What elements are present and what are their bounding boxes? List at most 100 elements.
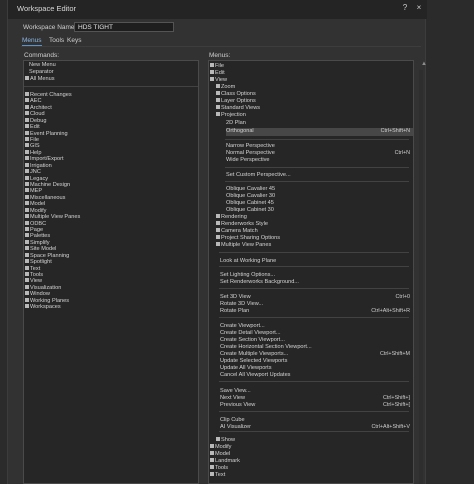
menu-tree-item[interactable]: Zoom [216,84,235,91]
menus-tree[interactable]: File Edit View Zoom Class Options Layer Optio… [208,60,414,484]
menu-tree-item[interactable]: Create Horizontal Section Viewport... [220,344,312,351]
expand-icon[interactable] [25,246,29,251]
expand-icon[interactable] [210,472,214,476]
menu-tree-item[interactable]: Next View [220,395,245,402]
menu-tree-item[interactable]: Landmark [210,458,240,465]
menu-tree-item[interactable]: Wide Perspective [226,157,270,164]
commands-list[interactable]: New Menu Separator All Menus Recent Chan… [23,60,199,484]
menu-tree-item[interactable]: Create Multiple Viewports... [220,351,288,358]
tab-menus[interactable]: Menus [22,36,42,46]
expand-icon[interactable] [210,63,214,67]
menu-separator[interactable] [219,431,409,432]
menu-tree-item[interactable]: Model [210,451,230,458]
menu-tree-item[interactable]: Text [210,472,225,479]
expand-icon[interactable] [25,175,29,180]
expand-icon[interactable] [25,182,29,187]
menu-tree-item[interactable]: Narrow Perspective [226,143,275,150]
expand-icon[interactable] [25,259,29,264]
menu-tree-item[interactable]: Class Options [216,91,256,98]
expand-icon[interactable] [25,291,29,296]
expand-icon[interactable] [25,188,29,193]
menu-separator[interactable] [219,411,409,412]
workspace-name-input[interactable] [74,22,174,32]
menu-tree-item[interactable]: Create Detail Viewport... [220,330,281,337]
expand-icon[interactable] [25,284,29,289]
menu-tree-item[interactable]: Rotate 3D View... [220,301,263,308]
expand-icon[interactable] [25,92,29,96]
menu-tree-item[interactable]: Cancel All Viewport Updates [220,372,290,379]
menu-separator[interactable] [219,288,409,289]
menu-tree-item[interactable]: Multiple View Panes [216,242,271,249]
expand-icon[interactable] [210,70,214,74]
list-item-all-menus[interactable]: All Menus [25,76,55,83]
expand-icon[interactable] [25,227,29,232]
menu-tree-item[interactable]: Set Lighting Options... [220,272,275,279]
expand-icon[interactable] [216,221,220,225]
menu-tree-item[interactable]: Set Custom Perspective... [226,172,291,179]
expand-icon[interactable] [216,235,220,239]
menu-tree-item[interactable]: Camera Match [216,228,258,235]
expand-icon[interactable] [25,214,29,219]
menu-separator[interactable] [225,167,409,168]
command-category[interactable]: Workspaces [25,304,61,311]
tab-tools[interactable]: Tools [49,36,64,45]
expand-icon[interactable] [210,458,214,462]
menu-tree-item[interactable]: Tools [210,465,228,472]
help-icon[interactable]: ? [399,3,411,12]
menu-tree-item[interactable]: Oblique Cabinet 30 [226,207,274,214]
scrollbar[interactable] [419,70,423,484]
menu-tree-item[interactable]: Clip Cube [220,417,245,424]
menu-tree-item[interactable]: Project Sharing Options [216,235,280,242]
menu-tree-item[interactable]: AI Visualizer [220,424,251,431]
menu-separator[interactable] [219,381,409,382]
menu-tree-item[interactable]: Projection [216,112,246,119]
expand-icon[interactable] [25,149,29,154]
expand-icon[interactable] [25,233,29,238]
expand-icon[interactable] [25,201,29,206]
expand-icon[interactable] [216,214,220,218]
menu-tree-item[interactable]: Edit [210,70,225,77]
menu-tree-item[interactable]: Create Section Viewport... [220,337,285,344]
expand-icon[interactable] [25,194,29,199]
menu-separator[interactable] [219,317,409,318]
expand-icon[interactable] [25,111,29,116]
menu-separator[interactable] [219,266,409,267]
menu-tree-item[interactable]: Previous View [220,402,255,409]
expand-icon[interactable] [25,278,29,283]
expand-icon[interactable] [25,304,29,309]
menu-separator[interactable] [225,181,409,182]
menu-tree-item[interactable]: 2D Plan [226,120,246,127]
list-item-separator[interactable]: Separator [29,69,54,76]
menu-tree-item[interactable]: Show [216,437,235,444]
expand-icon[interactable] [216,91,220,95]
expand-icon[interactable] [25,124,29,129]
expand-icon[interactable] [25,265,29,270]
expand-icon[interactable] [216,228,220,232]
scroll-up-icon[interactable]: ▲ [421,61,427,67]
expand-icon[interactable] [25,130,29,135]
expand-icon[interactable] [216,105,220,109]
menu-tree-item[interactable]: Rotate Plan [220,308,249,315]
tab-keys[interactable]: Keys [67,36,81,45]
menu-tree-item[interactable]: Set 3D View [220,294,251,301]
expand-icon[interactable] [25,207,29,212]
expand-icon[interactable] [25,239,29,244]
list-item-new-menu[interactable]: New Menu [29,62,56,69]
expand-icon[interactable] [216,437,220,441]
expand-icon[interactable] [25,104,29,109]
expand-icon[interactable] [216,98,220,102]
menu-tree-item[interactable]: Rendering [216,214,247,221]
expand-icon[interactable] [216,112,220,116]
menu-tree-item[interactable]: Standard Views [216,105,260,112]
expand-icon[interactable] [210,465,214,469]
expand-icon[interactable] [25,169,29,174]
expand-icon[interactable] [25,156,29,161]
menu-tree-item[interactable]: Orthogonal [226,128,254,135]
menu-tree-item[interactable]: Modify [210,444,231,451]
menu-tree-item[interactable]: Look at Working Plane [220,258,276,265]
menu-separator[interactable] [225,139,409,140]
expand-icon[interactable] [25,162,29,167]
expand-icon[interactable] [25,220,29,225]
menu-separator[interactable] [219,252,409,253]
expand-icon[interactable] [210,451,214,455]
